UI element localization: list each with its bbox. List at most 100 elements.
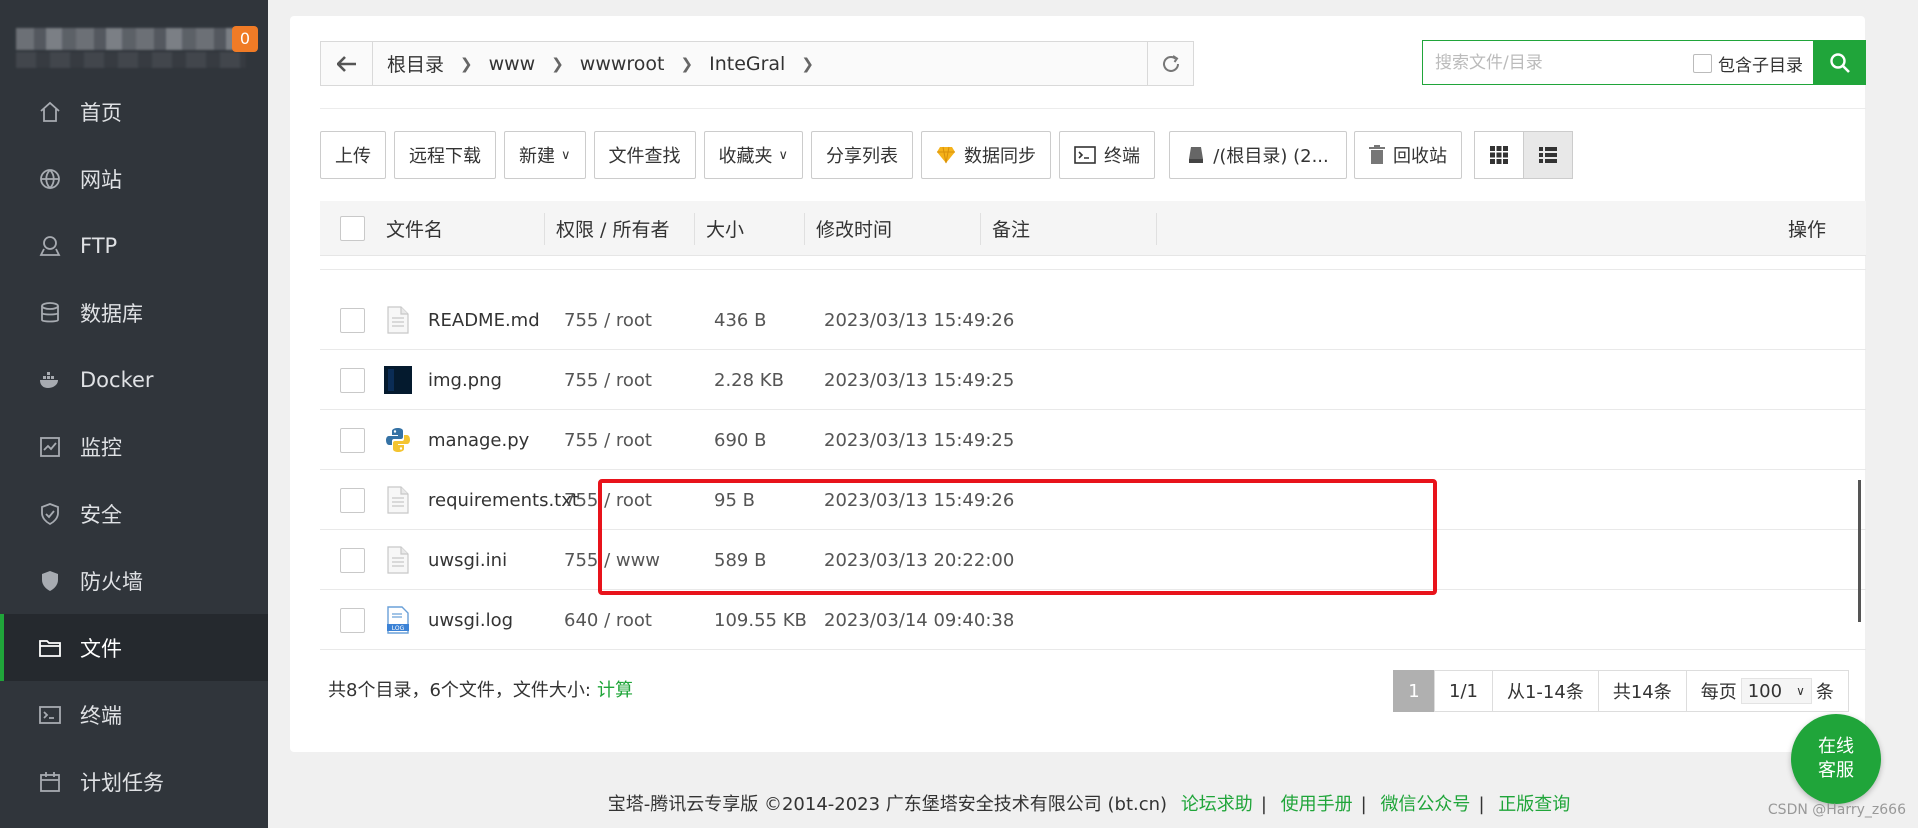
blurred-server-info (16, 52, 246, 68)
file-permission[interactable]: 755 / root (564, 350, 652, 410)
disk-label: /(根目录) (2... (1213, 146, 1329, 167)
firewall-icon (38, 569, 62, 593)
include-subdir-option[interactable]: 包含子目录 (1693, 51, 1803, 76)
list-icon (1539, 147, 1557, 163)
log-file-icon: LOG (378, 590, 418, 650)
header-size[interactable]: 大小 (706, 201, 744, 256)
notification-badge[interactable]: 0 (232, 26, 258, 52)
disk-button[interactable]: /(根目录) (2... (1169, 131, 1348, 179)
refresh-button[interactable] (1147, 42, 1193, 85)
sidebar-item-label: 计划任务 (80, 770, 164, 795)
row-checkbox[interactable] (340, 487, 365, 513)
file-size: 109.55 KB (714, 609, 807, 631)
table-row[interactable]: README.md 755 / root 436 B 2023/03/13 15… (320, 290, 1866, 350)
globe-icon (38, 167, 62, 191)
wechat-link[interactable]: 微信公众号 (1380, 794, 1470, 815)
breadcrumb-segment[interactable]: 根目录 ❯ (377, 50, 479, 77)
per-page-unit: 条 (1815, 682, 1834, 703)
table-row[interactable]: LOG uwsgi.log 640 / root 109.55 KB 2023/… (320, 590, 1866, 650)
page-current[interactable]: 1 (1393, 670, 1435, 712)
per-page-select[interactable]: 100 ∨ (1740, 678, 1812, 704)
table-row[interactable]: img.png 755 / root 2.28 KB 2023/03/13 15… (320, 350, 1866, 410)
upload-button[interactable]: 上传 (320, 131, 386, 179)
breadcrumb-segment[interactable]: InteGral ❯ (699, 53, 820, 75)
sidebar-item-8[interactable]: 文件 (0, 614, 268, 681)
row-checkbox[interactable] (340, 307, 365, 333)
data-sync-label: 数据同步 (964, 146, 1037, 167)
header-name[interactable]: 文件名 (386, 201, 443, 256)
favorites-dropdown-button[interactable]: 收藏夹 ∨ (703, 131, 804, 179)
license-link[interactable]: 正版查询 (1498, 794, 1570, 815)
breadcrumb-segment[interactable]: www ❯ (479, 53, 570, 75)
header-mtime[interactable]: 修改时间 (816, 201, 892, 256)
search-button[interactable] (1814, 40, 1866, 85)
row-checkbox[interactable] (340, 547, 365, 573)
column-divider (694, 213, 695, 245)
file-name[interactable]: uwsgi.ini (428, 530, 507, 590)
sidebar-item-4[interactable]: Docker (0, 346, 268, 413)
sidebar-item-1[interactable]: 网站 (0, 145, 268, 212)
file-permission[interactable]: 755 / root (564, 290, 652, 350)
new-dropdown-button[interactable]: 新建 ∨ (504, 131, 586, 179)
scrollbar[interactable] (1858, 480, 1861, 622)
forum-link[interactable]: 论坛求助 (1181, 794, 1253, 815)
terminal-icon (1074, 146, 1096, 164)
page-range: 从1-14条 (1491, 670, 1599, 712)
sidebar-item-label: 终端 (80, 703, 122, 728)
chevron-right-icon: ❯ (680, 54, 694, 73)
search-input[interactable] (1435, 52, 1665, 73)
file-icon (378, 290, 418, 350)
file-icon (378, 470, 418, 530)
sidebar-item-0[interactable]: 首页 (0, 78, 268, 145)
header-permission[interactable]: 权限 / 所有者 (556, 201, 669, 256)
calendar-icon (38, 770, 62, 794)
recycle-bin-button[interactable]: 回收站 (1354, 131, 1462, 179)
calculate-size-link[interactable]: 计算 (597, 680, 633, 701)
file-permission[interactable]: 640 / root (564, 590, 652, 650)
file-name[interactable]: requirements.txt (428, 470, 579, 530)
row-checkbox[interactable] (340, 427, 365, 453)
manual-link[interactable]: 使用手册 (1281, 794, 1353, 815)
new-label: 新建 (519, 146, 555, 167)
table-row[interactable]: manage.py 755 / root 690 B 2023/03/13 15… (320, 410, 1866, 470)
disk-icon (1189, 147, 1204, 163)
sidebar: 0 首页网站 FTP 数据库 Docker 监控 安全 防火墙文件终端计划任务 (0, 0, 268, 828)
file-name[interactable]: img.png (428, 350, 502, 410)
file-permission[interactable]: 755 / root (564, 410, 652, 470)
file-name[interactable]: uwsgi.log (428, 590, 513, 650)
breadcrumb: 根目录 ❯ www ❯ wwwroot ❯ InteGral ❯ (320, 41, 1194, 86)
sidebar-item-7[interactable]: 防火墙 (0, 547, 268, 614)
favorites-label: 收藏夹 (718, 146, 773, 167)
view-toggle (1474, 131, 1573, 179)
row-checkbox[interactable] (340, 367, 365, 393)
row-select-cell (340, 470, 365, 530)
data-sync-button[interactable]: 数据同步 (921, 131, 1052, 179)
sidebar-item-10[interactable]: 计划任务 (0, 748, 268, 815)
highlight-box (598, 479, 1437, 595)
file-search-button[interactable]: 文件查找 (593, 131, 696, 179)
back-button[interactable] (321, 42, 373, 85)
terminal-button[interactable]: 终端 (1059, 131, 1156, 179)
home-icon (38, 100, 62, 124)
share-list-button[interactable]: 分享列表 (811, 131, 914, 179)
sidebar-item-3[interactable]: 数据库 (0, 279, 268, 346)
file-name[interactable]: README.md (428, 290, 540, 350)
breadcrumb-segment[interactable]: wwwroot ❯ (570, 53, 699, 75)
sidebar-item-label: 网站 (80, 167, 122, 192)
sidebar-item-label: 文件 (80, 636, 122, 661)
grid-view-button[interactable] (1474, 131, 1524, 179)
arrow-left-icon (336, 55, 356, 72)
sidebar-item-5[interactable]: 监控 (0, 413, 268, 480)
file-name[interactable]: manage.py (428, 410, 529, 470)
row-checkbox[interactable] (340, 607, 365, 633)
sidebar-item-9[interactable]: 终端 (0, 681, 268, 748)
sidebar-item-6[interactable]: 安全 (0, 480, 268, 547)
sidebar-item-2[interactable]: FTP (0, 212, 268, 279)
include-subdir-checkbox[interactable] (1693, 54, 1712, 73)
page-count: 1/1 (1434, 670, 1493, 712)
list-view-button[interactable] (1523, 131, 1573, 179)
chevron-right-icon: ❯ (460, 54, 473, 73)
select-all-checkbox[interactable] (340, 216, 365, 241)
table-row[interactable] (320, 256, 1866, 270)
remote-download-button[interactable]: 远程下载 (394, 131, 496, 179)
